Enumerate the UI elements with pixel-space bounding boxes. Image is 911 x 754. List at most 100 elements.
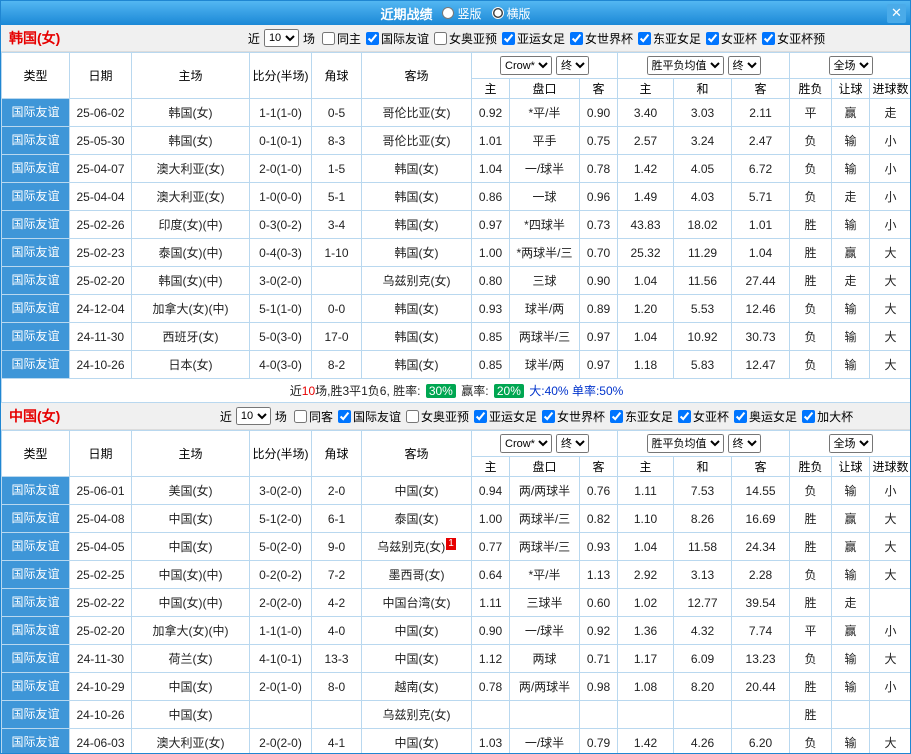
league-link[interactable]: 国际友谊 — [3, 352, 69, 378]
filter-checkbox-国际友谊[interactable]: 国际友谊 — [365, 30, 429, 47]
filter-checkbox-同客[interactable]: 同客 — [293, 408, 333, 425]
recent-count-select[interactable]: 10 — [263, 29, 299, 47]
handicap-cell: 三球半 — [509, 588, 580, 617]
league-link[interactable]: 国际友谊 — [3, 268, 69, 294]
filter-checkbox-东亚女足[interactable]: 东亚女足 — [638, 30, 701, 47]
checkbox-input[interactable] — [405, 409, 419, 423]
league-link[interactable]: 国际友谊 — [3, 478, 69, 504]
league-link[interactable]: 国际友谊 — [3, 506, 69, 532]
euro-win-odds: 1.18 — [617, 350, 675, 379]
filter-checkbox-加大杯[interactable]: 加大杯 — [802, 408, 853, 425]
checkbox-input[interactable] — [542, 409, 555, 423]
filter-checkbox-女世界杯[interactable]: 女世界杯 — [570, 30, 633, 47]
asian-away-odds: 0.82 — [578, 504, 619, 533]
away-team-cell: 中国(女) — [361, 728, 472, 753]
euro-win-odds: 2.92 — [617, 560, 675, 589]
asian-away-odds: 0.60 — [578, 588, 619, 617]
filter-checkbox-奥运女足[interactable]: 奥运女足 — [734, 408, 797, 425]
league-link[interactable]: 国际友谊 — [3, 324, 69, 350]
checkbox-input[interactable] — [473, 409, 487, 423]
filter-checkbox-女亚杯预[interactable]: 女亚杯预 — [762, 30, 825, 47]
euro-win-odds: 25.32 — [617, 238, 675, 267]
checkbox-input[interactable] — [734, 409, 748, 423]
layout-option-1[interactable]: 横版 — [491, 5, 531, 22]
checkbox-input[interactable] — [337, 409, 351, 423]
league-link[interactable]: 国际友谊 — [3, 618, 69, 644]
euro-draw-odds: 4.05 — [673, 154, 733, 183]
bookmaker-select[interactable]: Crow* — [500, 434, 552, 453]
checkbox-input[interactable] — [365, 31, 379, 45]
filter-checkbox-同主[interactable]: 同主 — [321, 30, 361, 47]
league-link[interactable]: 国际友谊 — [3, 534, 69, 560]
league-link[interactable]: 国际友谊 — [3, 212, 69, 238]
league-link[interactable]: 国际友谊 — [3, 128, 69, 154]
away-team-cell: 哥伦比亚(女) — [361, 98, 472, 127]
league-link[interactable]: 国际友谊 — [3, 674, 69, 700]
checkbox-input[interactable] — [678, 409, 692, 423]
europe-final-select[interactable]: 终 — [727, 434, 761, 453]
match-row: 国际友谊 25-04-08 中国(女) 5-1(2-0) 6-1 泰国(女) 1.00 两球半… — [1, 504, 910, 533]
checkbox-input[interactable] — [706, 31, 720, 45]
scope-select[interactable]: 全场 — [828, 434, 873, 453]
league-link[interactable]: 国际友谊 — [3, 702, 69, 728]
league-link[interactable]: 国际友谊 — [3, 156, 69, 182]
close-icon[interactable]: ✕ — [887, 4, 906, 23]
league-link[interactable]: 国际友谊 — [3, 240, 69, 266]
league-link[interactable]: 国际友谊 — [3, 562, 69, 588]
scope-select[interactable]: 全场 — [828, 56, 873, 75]
filter-checkbox-女奥亚预[interactable]: 女奥亚预 — [405, 408, 469, 425]
filter-checkbox-东亚女足[interactable]: 东亚女足 — [610, 408, 673, 425]
match-row: 国际友谊 25-05-30 韩国(女) 0-1(0-1) 8-3 哥伦比亚(女) 1.01 平… — [1, 126, 910, 155]
checkbox-input[interactable] — [638, 31, 652, 45]
league-link[interactable]: 国际友谊 — [3, 590, 69, 616]
team-title: 韩国(女) — [9, 30, 61, 46]
euro-draw-odds: 8.26 — [673, 504, 733, 533]
home-team-cell: 加拿大(女)(中) — [131, 294, 250, 323]
euro-lose-odds: 20.44 — [731, 672, 791, 701]
filter-checkbox-女亚杯[interactable]: 女亚杯 — [678, 408, 729, 425]
league-link[interactable]: 国际友谊 — [3, 646, 69, 672]
asian-home-odds: 1.04 — [471, 154, 510, 183]
euro-lose-odds: 24.34 — [731, 532, 791, 561]
layout-radio[interactable] — [442, 7, 455, 19]
europe-mean-select[interactable]: 胜平负均值 — [646, 56, 724, 75]
filter-checkbox-女亚杯[interactable]: 女亚杯 — [706, 30, 757, 47]
checkbox-input[interactable] — [570, 31, 584, 45]
home-team-cell: 中国(女)(中) — [131, 560, 250, 589]
checkbox-input[interactable] — [293, 409, 307, 423]
league-link[interactable]: 国际友谊 — [3, 100, 69, 126]
league-link[interactable]: 国际友谊 — [3, 730, 69, 754]
handicap-cell: *平/半 — [509, 560, 580, 589]
filter-checkbox-国际友谊[interactable]: 国际友谊 — [337, 408, 401, 425]
filter-checkbox-亚运女足[interactable]: 亚运女足 — [473, 408, 537, 425]
league-link[interactable]: 国际友谊 — [3, 184, 69, 210]
recent-count-select[interactable]: 10 — [235, 407, 271, 425]
checkbox-input[interactable] — [321, 31, 335, 45]
subcol-4: 和 — [673, 78, 733, 99]
league-link[interactable]: 国际友谊 — [3, 296, 69, 322]
checkbox-input[interactable] — [802, 409, 816, 423]
euro-lose-odds: 6.20 — [731, 728, 791, 753]
team-section: 中国(女) 近 10 场同客 国际友谊 女奥亚预 亚运女足 女世界杯 东亚女足 女亚杯 奥运女足 加大… — [1, 403, 910, 754]
checkbox-input[interactable] — [433, 31, 447, 45]
bookmaker-select[interactable]: Crow* — [500, 56, 552, 75]
checkbox-input[interactable] — [610, 409, 624, 423]
euro-lose-odds: 2.11 — [731, 98, 791, 127]
col-away: 客场 — [361, 52, 472, 99]
score-cell: 2-0(2-0) — [249, 728, 312, 753]
goals-result-cell: 大 — [869, 644, 910, 673]
layout-option-0[interactable]: 竖版 — [442, 5, 482, 22]
filter-checkbox-亚运女足[interactable]: 亚运女足 — [502, 30, 565, 47]
euro-lose-odds: 2.28 — [731, 560, 791, 589]
europe-mean-select[interactable]: 胜平负均值 — [646, 434, 724, 453]
filter-checkbox-女世界杯[interactable]: 女世界杯 — [542, 408, 605, 425]
layout-radio[interactable] — [491, 7, 504, 19]
europe-final-select[interactable]: 终 — [727, 56, 761, 75]
checkbox-input[interactable] — [502, 31, 515, 45]
europe-odds-group: 胜平负均值终 — [617, 430, 791, 457]
checkbox-input[interactable] — [762, 31, 776, 45]
asian-final-select[interactable]: 终 — [556, 434, 589, 453]
date-cell: 24-11-30 — [69, 644, 132, 673]
asian-final-select[interactable]: 终 — [556, 56, 589, 75]
filter-checkbox-女奥亚预[interactable]: 女奥亚预 — [433, 30, 497, 47]
